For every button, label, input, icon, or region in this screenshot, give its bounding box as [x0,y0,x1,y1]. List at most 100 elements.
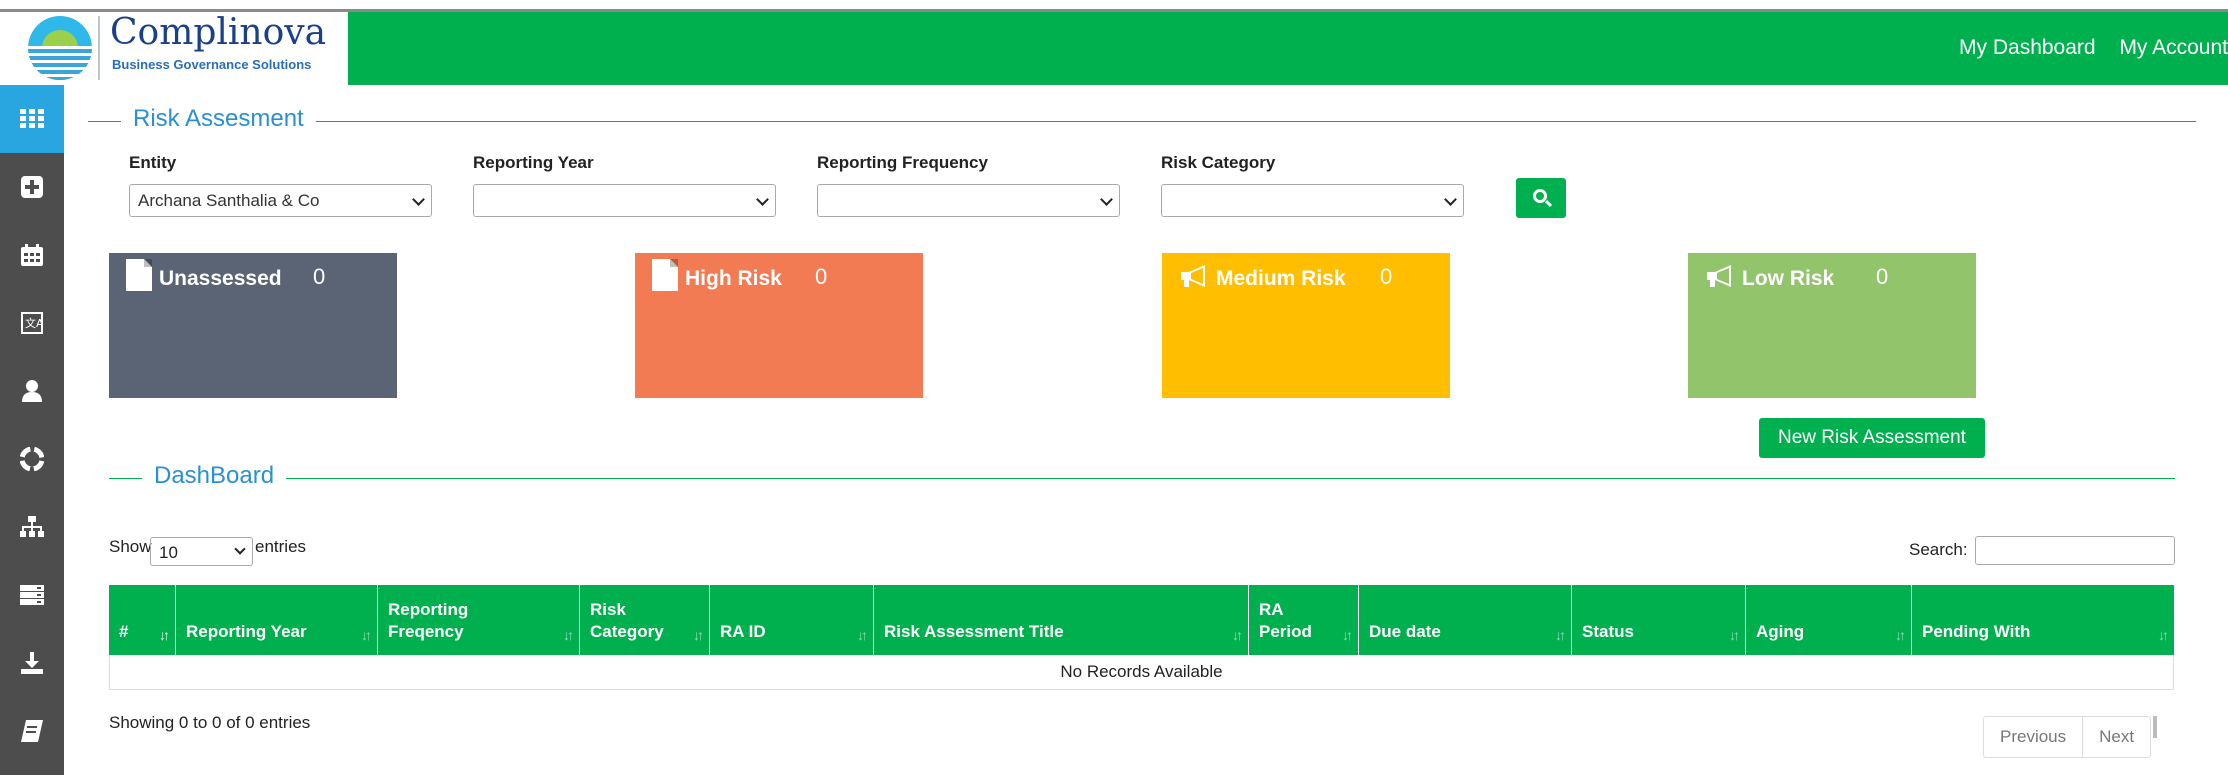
column-label: Risk Assessment Title [884,622,1064,641]
sidebar-item-book[interactable] [0,697,64,765]
fieldset-border [88,121,2196,122]
reporting-frequency-label: Reporting Frequency [817,153,988,172]
sidebar-item-servers[interactable] [0,561,64,629]
column-header-pending-with[interactable]: Pending With ↓↑ [1912,585,2174,655]
sidebar-item-add[interactable] [0,153,64,221]
column-label: Due date [1369,622,1441,641]
card-label: Low Risk [1742,267,1835,290]
column-label: RA ID [720,622,766,641]
column-header-ra-period[interactable]: RA Period ↓↑ [1249,585,1359,655]
user-icon [22,380,42,402]
card-medium-risk[interactable]: Medium Risk 0 [1162,253,1450,398]
dashboard-fieldset-border [109,478,2175,479]
dashboard-title: DashBoard [142,462,287,490]
sidebar-item-download[interactable] [0,629,64,697]
card-high-risk[interactable]: High Risk 0 [635,253,923,398]
table-search-input[interactable] [1975,536,2175,565]
sidebar-item-support[interactable] [0,425,64,493]
risk-assessment-title: Risk Assesment [121,105,316,133]
sort-icon: ↓↑ [693,627,704,643]
entity-selected-value: Archana Santhalia & Co [138,191,320,210]
show-label: Show [109,537,152,556]
plus-square-icon [21,176,43,198]
column-header-due-date[interactable]: Due date ↓↑ [1359,585,1572,655]
sidebar-item-dashboard[interactable] [0,85,64,153]
card-count: 0 [1876,264,1889,289]
brand-name: Complinova [110,12,327,53]
sidebar: 文A [0,85,64,775]
table-search-label: Search: [1909,540,1968,559]
book-icon [21,720,43,742]
reporting-year-label: Reporting Year [473,153,594,172]
column-header-ra-id[interactable]: RA ID ↓↑ [710,585,874,655]
column-label: # [119,622,129,641]
column-header-aging[interactable]: Aging ↓↑ [1746,585,1912,655]
table-header: # ↓↑ Reporting Year ↓↑ Reporting Freqency ↓… [109,585,2174,655]
sidebar-item-translate[interactable]: 文A [0,289,64,357]
sort-icon: ↓↑ [563,627,574,643]
chevron-down-icon [756,193,769,206]
logo-emblem-icon [28,16,92,80]
bullhorn-icon [1705,259,1731,291]
reporting-year-select[interactable] [473,184,776,217]
column-label: Aging [1756,622,1805,641]
column-header-risk-category[interactable]: Risk Category ↓↑ [580,585,710,655]
chevron-down-icon [412,193,425,206]
sidebar-item-hierarchy[interactable] [0,493,64,561]
column-header-risk-assessment-title[interactable]: Risk Assessment Title ↓↑ [874,585,1249,655]
file-icon [126,259,152,291]
previous-page-button[interactable]: Previous [1984,717,2082,757]
sort-icon: ↓↑ [2158,627,2169,643]
server-icon [20,585,44,605]
entries-length-select[interactable]: 10 [150,537,253,566]
brand-logo[interactable]: Complinova Business Governance Solutions [0,12,348,85]
card-count: 0 [313,264,326,289]
column-label: Risk Category [590,600,664,641]
entity-select[interactable]: Archana Santhalia & Co [129,184,432,217]
bullhorn-icon [1179,259,1205,291]
column-label: Pending With [1922,622,2031,641]
my-account-link[interactable]: My Account [2119,36,2228,59]
column-header-reporting-year[interactable]: Reporting Year ↓↑ [176,585,378,655]
column-label: RA Period [1259,600,1312,641]
sidebar-item-calendar[interactable] [0,221,64,289]
card-label: Medium Risk [1216,267,1346,290]
sort-icon: ↓↑ [361,627,372,643]
filter-search-button[interactable] [1516,178,1566,218]
pagination: Previous Next [1983,716,2152,758]
risk-category-label: Risk Category [1161,153,1276,172]
card-count: 0 [1380,264,1393,289]
scrollbar[interactable] [2153,716,2157,738]
sidebar-item-user[interactable] [0,357,64,425]
table-info: Showing 0 to 0 of 0 entries [109,713,311,732]
risk-category-select[interactable] [1161,184,1464,217]
reporting-frequency-select[interactable] [817,184,1120,217]
entries-length-value: 10 [159,543,178,562]
sitemap-icon [20,516,44,537]
svg-text:文A: 文A [25,316,43,330]
risk-assessment-table: # ↓↑ Reporting Year ↓↑ Reporting Freqency ↓… [109,585,2174,690]
header-nav: My Dashboard My Account [1941,36,2228,60]
lifebuoy-icon [20,447,44,471]
next-page-button[interactable]: Next [2082,717,2150,757]
download-icon [21,652,43,674]
new-risk-assessment-button[interactable]: New Risk Assessment [1759,418,1985,458]
column-label: Reporting Year [186,622,307,641]
window-top-strip [0,0,2228,12]
my-dashboard-link[interactable]: My Dashboard [1959,36,2096,59]
sort-icon: ↓↑ [1729,627,1740,643]
sort-icon: ↓↑ [1342,627,1353,643]
card-low-risk[interactable]: Low Risk 0 [1688,253,1976,398]
column-header-reporting-frequency[interactable]: Reporting Freqency ↓↑ [378,585,580,655]
sort-icon: ↓↑ [1232,627,1243,643]
sort-icon: ↓↑ [857,627,868,643]
column-header-index[interactable]: # ↓↑ [109,585,176,655]
column-label: Reporting Freqency [388,600,469,641]
sort-icon: ↓↑ [159,627,170,643]
chevron-down-icon [1444,193,1457,206]
empty-table-row: No Records Available [109,655,2174,690]
card-unassessed[interactable]: Unassessed 0 [109,253,397,398]
top-header: Complinova Business Governance Solutions… [0,12,2228,85]
entity-label: Entity [129,153,177,172]
column-header-status[interactable]: Status ↓↑ [1572,585,1746,655]
